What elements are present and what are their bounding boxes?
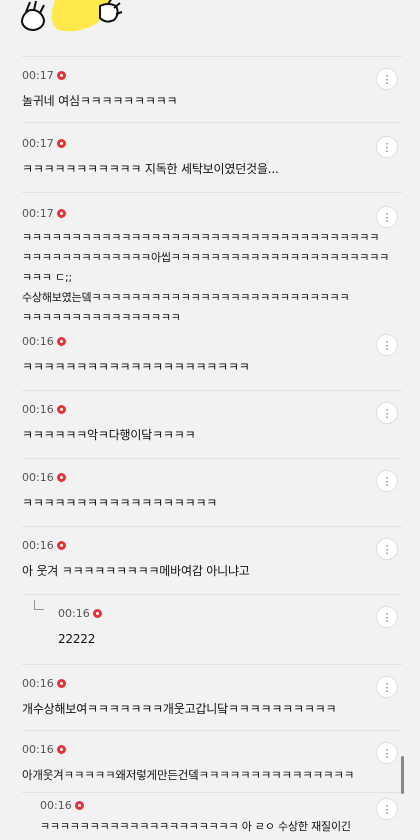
comment-meta: 00:16 <box>22 676 402 690</box>
comment-meta: 00:16 <box>22 742 402 756</box>
comment-time[interactable]: 00:17 <box>22 137 54 150</box>
more-options-button[interactable]: ⋮ <box>376 136 398 158</box>
comment-text: ㅋㅋㅋㅋㅋㅋㅋㅋㅋㅋㅋㅋㅋㅋㅋㅋㅋㅋ <box>22 496 218 510</box>
comment-time[interactable]: 00:16 <box>58 607 90 620</box>
comment-text: 놀귀네 여심ㅋㅋㅋㅋㅋㅋㅋㅋㅋ <box>22 94 178 108</box>
reply-item: 00:16 ⋮ 22222 <box>58 606 402 650</box>
comment-text: ㅋㅋㅋㅋㅋㅋ악ㅋ다행이닼ㅋㅋㅋㅋ <box>22 428 196 442</box>
more-options-button[interactable]: ⋮ <box>376 742 398 764</box>
comment-text: 개수상해보여ㅋㅋㅋㅋㅋㅋㅋ개웃고갑니닼ㅋㅋㅋㅋㅋㅋㅋㅋㅋㅋ <box>22 702 337 716</box>
comment-time[interactable]: 00:17 <box>22 207 54 220</box>
comment-time[interactable]: 00:16 <box>22 471 54 484</box>
divider <box>22 730 402 731</box>
divider <box>22 122 402 123</box>
record-icon <box>56 70 66 80</box>
comment-meta: 00:16 <box>22 334 402 348</box>
comment-item: 00:16 ⋮ 아 웃겨 ㅋㅋㅋㅋㅋㅋㅋㅋㅋ메바여감 아니냐고 <box>22 538 402 582</box>
record-icon <box>56 472 66 482</box>
cartoon-hands-icon <box>20 0 123 32</box>
record-icon <box>56 540 66 550</box>
more-options-button[interactable]: ⋮ <box>376 68 398 90</box>
comment-time[interactable]: 00:17 <box>22 69 54 82</box>
divider <box>22 192 402 193</box>
comment-time[interactable]: 00:16 <box>22 677 54 690</box>
divider <box>22 594 402 595</box>
record-icon <box>56 678 66 688</box>
comment-time[interactable]: 00:16 <box>22 539 54 552</box>
divider <box>22 526 402 527</box>
record-icon <box>56 336 66 346</box>
record-icon <box>56 744 66 754</box>
reply-arrow-icon <box>34 600 44 610</box>
comment-time[interactable]: 00:16 <box>40 799 72 812</box>
comment-item: 00:17 ⋮ ㅋㅋㅋㅋㅋㅋㅋㅋㅋㅋㅋ 지독한 세탁보이였던것을... <box>22 136 402 180</box>
record-icon <box>56 404 66 414</box>
comment-item: 00:16 ⋮ ㅋㅋㅋㅋㅋㅋ악ㅋ다행이닼ㅋㅋㅋㅋ <box>22 402 402 446</box>
record-icon <box>74 800 84 810</box>
more-options-button[interactable]: ⋮ <box>376 206 398 228</box>
comment-item: 00:16 ⋮ ㅋㅋㅋㅋㅋㅋㅋㅋㅋㅋㅋㅋㅋㅋㅋㅋㅋㅋ <box>22 470 402 514</box>
comment-item: 00:16 ⋮ ㅋㅋㅋㅋㅋㅋㅋㅋㅋㅋㅋㅋㅋㅋㅋㅋㅋㅋㅋㅋㅋ <box>22 334 402 378</box>
divider <box>22 664 402 665</box>
comment-text: ㅋㅋㅋㅋㅋㅋㅋㅋㅋㅋㅋㅋㅋㅋㅋㅋㅋㅋㅋㅋ 아 ㄹㅇ 수상한 재질이긴 <box>40 820 351 833</box>
record-icon <box>92 608 102 618</box>
top-artwork <box>0 0 420 48</box>
more-options-button[interactable]: ⋮ <box>376 606 398 628</box>
comment-text: 아 웃겨 ㅋㅋㅋㅋㅋㅋㅋㅋㅋ메바여감 아니냐고 <box>22 564 250 578</box>
comment-item: 00:16 ⋮ 아개웃겨ㅋㅋㅋㅋㅋ왜저렇게만든건뎈ㅋㅋㅋㅋㅋㅋㅋㅋㅋㅋㅋㅋㅋㅋㅋ <box>22 742 402 786</box>
more-options-button[interactable]: ⋮ <box>376 538 398 560</box>
more-options-button[interactable]: ⋮ <box>376 334 398 356</box>
divider <box>22 390 402 391</box>
more-options-button[interactable]: ⋮ <box>376 402 398 424</box>
more-options-button[interactable]: ⋮ <box>376 798 398 820</box>
record-icon <box>56 208 66 218</box>
comment-item: 00:17 ⋮ ㅋㅋㅋㅋㅋㅋㅋㅋㅋㅋㅋㅋㅋㅋㅋㅋㅋㅋㅋㅋㅋㅋㅋㅋㅋㅋㅋㅋㅋㅋㅋㅋ… <box>22 206 402 328</box>
comment-meta: 00:16 <box>22 402 402 416</box>
comment-time[interactable]: 00:16 <box>22 403 54 416</box>
comment-time[interactable]: 00:16 <box>22 335 54 348</box>
comment-item: 00:17 ⋮ 놀귀네 여심ㅋㅋㅋㅋㅋㅋㅋㅋㅋ <box>22 68 402 112</box>
comment-meta: 00:17 <box>22 68 402 82</box>
more-options-button[interactable]: ⋮ <box>376 676 398 698</box>
comment-time[interactable]: 00:16 <box>22 743 54 756</box>
more-options-button[interactable]: ⋮ <box>376 470 398 492</box>
comment-meta: 00:17 <box>22 206 402 220</box>
comment-text: ㅋㅋㅋㅋㅋㅋㅋㅋㅋㅋㅋ 지독한 세탁보이였던것을... <box>22 162 279 176</box>
scrollbar[interactable] <box>401 756 404 794</box>
comment-text: 22222 <box>58 632 96 646</box>
comment-item: 00:16 ⋮ 개수상해보여ㅋㅋㅋㅋㅋㅋㅋ개웃고갑니닼ㅋㅋㅋㅋㅋㅋㅋㅋㅋㅋ <box>22 676 402 720</box>
divider <box>22 458 402 459</box>
comment-meta: 00:16 <box>22 538 402 552</box>
comment-text: 아개웃겨ㅋㅋㅋㅋㅋ왜저렇게만든건뎈ㅋㅋㅋㅋㅋㅋㅋㅋㅋㅋㅋㅋㅋㅋㅋ <box>22 768 355 782</box>
comment-text: ㅋㅋㅋㅋㅋㅋㅋㅋㅋㅋㅋㅋㅋㅋㅋㅋㅋㅋㅋㅋㅋ <box>22 360 250 374</box>
divider <box>22 56 402 57</box>
record-icon <box>56 138 66 148</box>
divider <box>22 792 402 793</box>
comment-meta: 00:16 <box>58 606 402 620</box>
comment-item: 00:16 ⋮ ㅋㅋㅋㅋㅋㅋㅋㅋㅋㅋㅋㅋㅋㅋㅋㅋㅋㅋㅋㅋ 아 ㄹㅇ 수상한 재질… <box>40 798 402 838</box>
comment-text: ㅋㅋㅋㅋㅋㅋㅋㅋㅋㅋㅋㅋㅋㅋㅋㅋㅋㅋㅋㅋㅋㅋㅋㅋㅋㅋㅋㅋㅋㅋㅋㅋㅋㅋㅋㅋ ㅋㅋㅋ… <box>22 231 390 324</box>
comment-meta: 00:17 <box>22 136 402 150</box>
comment-meta: 00:16 <box>40 798 402 812</box>
comment-meta: 00:16 <box>22 470 402 484</box>
